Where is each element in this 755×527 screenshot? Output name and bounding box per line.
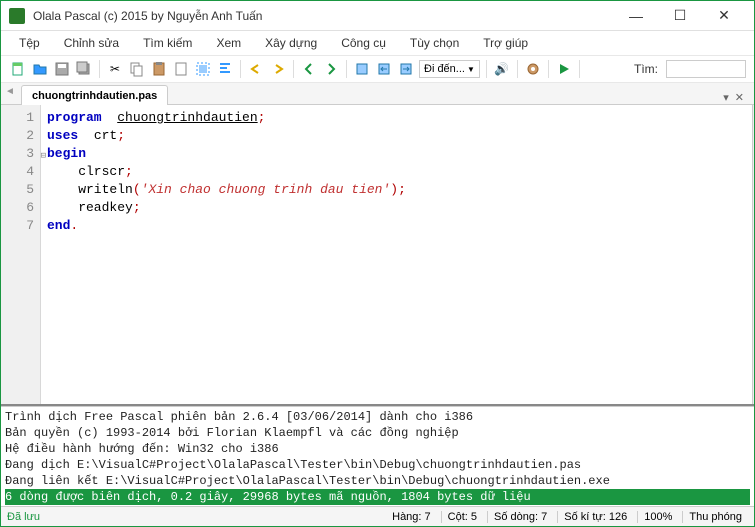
editor-scrollbar[interactable]	[752, 105, 754, 404]
line-number: 4	[1, 163, 34, 181]
status-col: Cột: 5	[441, 511, 483, 523]
gear-icon[interactable]	[524, 60, 542, 78]
code-line[interactable]: end.	[47, 217, 746, 235]
titlebar: Olala Pascal (c) 2015 by Nguyễn Anh Tuấn…	[1, 1, 754, 31]
menu-options[interactable]: Tùy chọn	[400, 33, 469, 53]
select-all-icon[interactable]	[194, 60, 212, 78]
line-number: 2	[1, 127, 34, 145]
bookmark-icon[interactable]	[353, 60, 371, 78]
goto-label: Đi đến...	[424, 63, 465, 75]
output-line: Hệ điều hành hướng đến: Win32 cho i386	[5, 441, 750, 457]
output-success-line: 6 dòng được biên dịch, 0.2 giây, 29968 b…	[5, 489, 750, 505]
tab-close-icon[interactable]: ✕	[735, 91, 744, 104]
menu-view[interactable]: Xem	[206, 33, 251, 53]
code-line[interactable]: uses crt;	[47, 127, 746, 145]
minimize-button[interactable]: —	[614, 2, 658, 30]
goto-button[interactable]: Đi đến... ▼	[419, 60, 480, 78]
sound-icon[interactable]: 🔊	[493, 60, 511, 78]
menu-file[interactable]: Tệp	[9, 33, 50, 53]
status-mode: Thu phóng	[682, 511, 748, 523]
bookmark-prev-icon[interactable]	[375, 60, 393, 78]
output-panel[interactable]: Trình dịch Free Pascal phiên bản 2.6.4 […	[1, 406, 754, 506]
tab-filename: chuongtrinhdautien.pas	[32, 90, 157, 102]
save-icon[interactable]	[53, 60, 71, 78]
status-zoom: 100%	[637, 511, 678, 523]
menu-help[interactable]: Trợ giúp	[473, 33, 538, 53]
line-gutter: 1234567	[1, 105, 41, 404]
code-line[interactable]: writeln('Xin chao chuong trinh dau tien'…	[47, 181, 746, 199]
output-line: Đang dịch E:\VisualC#Project\OlalaPascal…	[5, 457, 750, 473]
tab-dropdown-icon[interactable]: ▾	[723, 91, 729, 104]
status-row: Hàng: 7	[386, 511, 437, 523]
status-saved: Đã lưu	[7, 511, 40, 523]
menu-search[interactable]: Tìm kiếm	[133, 33, 202, 53]
chevron-down-icon: ▼	[467, 65, 475, 74]
paste-icon[interactable]	[150, 60, 168, 78]
save-all-icon[interactable]	[75, 60, 93, 78]
search-label: Tìm:	[634, 62, 662, 76]
code-area[interactable]: program chuongtrinhdautien;uses crt;begi…	[41, 105, 752, 404]
app-icon	[9, 8, 25, 24]
output-line: Trình dịch Free Pascal phiên bản 2.6.4 […	[5, 409, 750, 425]
toolbar: ✂ Đi đến... ▼ 🔊 Tìm:	[1, 55, 754, 83]
clipboard-icon[interactable]	[172, 60, 190, 78]
new-file-icon[interactable]	[9, 60, 27, 78]
line-number: 7	[1, 217, 34, 235]
code-line[interactable]: readkey;	[47, 199, 746, 217]
close-button[interactable]: ✕	[702, 2, 746, 30]
window-controls: — ☐ ✕	[614, 2, 746, 30]
statusbar: Đã lưu Hàng: 7 Cột: 5 Số dòng: 7 Số kí t…	[1, 506, 754, 526]
output-line: Bản quyền (c) 1993-2014 bởi Florian Klae…	[5, 425, 750, 441]
code-line[interactable]: begin	[47, 145, 746, 163]
output-line: Đang liên kết E:\VisualC#Project\OlalaPa…	[5, 473, 750, 489]
line-number: 1	[1, 109, 34, 127]
nav-forward-icon[interactable]	[322, 60, 340, 78]
window-title: Olala Pascal (c) 2015 by Nguyễn Anh Tuấn	[33, 9, 614, 23]
line-number: 5	[1, 181, 34, 199]
status-lines: Số dòng: 7	[487, 511, 553, 523]
status-chars: Số kí tự: 126	[557, 511, 633, 523]
code-line[interactable]: clrscr;	[47, 163, 746, 181]
tab-file[interactable]: chuongtrinhdautien.pas	[21, 85, 168, 105]
code-line[interactable]: program chuongtrinhdautien;	[47, 109, 746, 127]
menu-edit[interactable]: Chỉnh sửa	[54, 33, 129, 53]
format-icon[interactable]	[216, 60, 234, 78]
cut-icon[interactable]: ✂	[106, 60, 124, 78]
open-file-icon[interactable]	[31, 60, 49, 78]
nav-back-icon[interactable]	[300, 60, 318, 78]
tabbar: ◄ chuongtrinhdautien.pas ▾ ✕	[1, 83, 754, 105]
maximize-button[interactable]: ☐	[658, 2, 702, 30]
bookmark-next-icon[interactable]	[397, 60, 415, 78]
tab-scroll-left-icon[interactable]: ◄	[5, 86, 15, 97]
menu-tools[interactable]: Công cụ	[331, 33, 396, 53]
search-input[interactable]	[666, 60, 746, 78]
undo-icon[interactable]	[247, 60, 265, 78]
copy-icon[interactable]	[128, 60, 146, 78]
redo-icon[interactable]	[269, 60, 287, 78]
line-number: 6	[1, 199, 34, 217]
menu-build[interactable]: Xây dựng	[255, 33, 327, 53]
line-number: 3	[1, 145, 34, 163]
editor: 1234567 program chuongtrinhdautien;uses …	[1, 105, 754, 406]
menubar: Tệp Chỉnh sửa Tìm kiếm Xem Xây dựng Công…	[1, 31, 754, 55]
run-icon[interactable]	[555, 60, 573, 78]
